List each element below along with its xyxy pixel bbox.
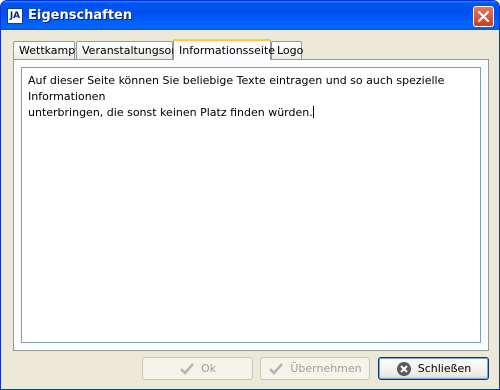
close-label: Schließen	[417, 362, 472, 375]
tab-label: Logo	[277, 44, 304, 57]
checkmark-icon	[180, 362, 194, 375]
ok-button[interactable]: Ok	[142, 357, 253, 380]
tab-label: Informationsseite	[179, 44, 276, 57]
ok-label: Ok	[200, 362, 217, 375]
tab-label: Wettkampf	[19, 44, 80, 57]
tab-panel-informationsseite: Auf dieser Seite können Sie beliebige Te…	[13, 59, 489, 351]
title-bar[interactable]: JA Eigenschaften	[1, 1, 499, 30]
tab-label: Veranstaltungsort	[82, 44, 181, 57]
tab-wettkampf[interactable]: Wettkampf	[13, 41, 79, 59]
close-circle-icon	[396, 361, 411, 376]
information-text: Auf dieser Seite können Sie beliebige Te…	[28, 74, 445, 119]
app-icon: JA	[7, 8, 23, 24]
information-text-area[interactable]: Auf dieser Seite können Sie beliebige Te…	[21, 67, 481, 343]
checkmark-icon	[269, 362, 284, 375]
close-window-button[interactable]	[473, 6, 494, 27]
window-title: Eigenschaften	[28, 8, 133, 23]
apply-label: Übernehmen	[290, 362, 362, 375]
tab-logo[interactable]: Logo	[271, 41, 304, 59]
close-button[interactable]: Schließen	[378, 357, 489, 380]
tab-informationsseite[interactable]: Informationsseite	[173, 39, 275, 60]
properties-dialog: JA Eigenschaften Wettkampf Veranstaltung…	[0, 0, 500, 390]
close-icon	[478, 11, 489, 22]
tab-veranstaltungsort[interactable]: Veranstaltungsort	[76, 41, 180, 59]
apply-button[interactable]: Übernehmen	[260, 357, 370, 380]
text-caret	[312, 106, 314, 118]
